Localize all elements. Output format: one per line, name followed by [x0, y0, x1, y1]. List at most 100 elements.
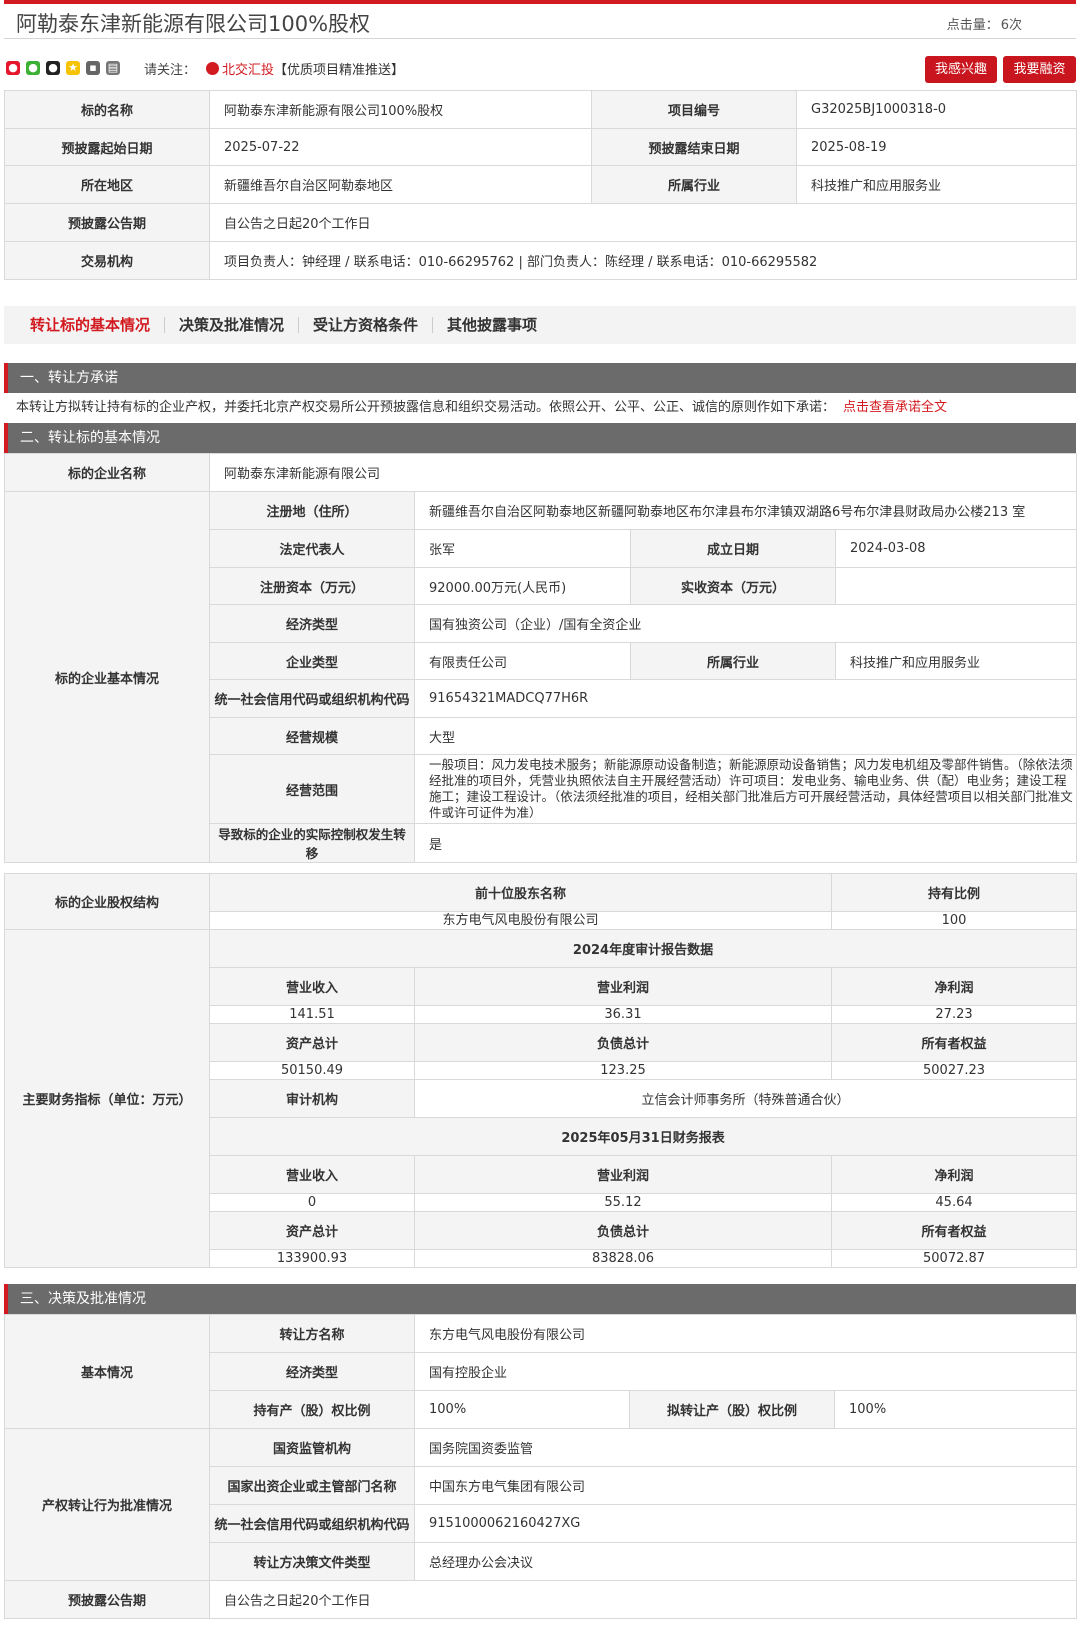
financial-table: 主要财务指标（单位：万元） 2024年度审计报告数据 营业收入 营业利润 净利润…: [4, 929, 1078, 1268]
column-header: 负债总计: [414, 1211, 832, 1250]
label-cell: 标的企业基本情况: [4, 491, 210, 863]
value-cell: 一般项目：风力发电技术服务；新能源原动设备制造；新能源原动设备销售；风力发电机组…: [413, 754, 1078, 824]
label-cell: 项目编号: [591, 90, 797, 129]
label-cell: 统一社会信用代码或组织机构代码: [209, 679, 415, 718]
value-cell: 55.12: [414, 1193, 832, 1212]
value-cell: 50072.87: [830, 1249, 1078, 1268]
label-cell: 国资监管机构: [209, 1428, 415, 1467]
section-header: 三、决策及批准情况: [4, 1284, 1076, 1314]
column-header: 负债总计: [414, 1023, 832, 1062]
qq-icon[interactable]: ●: [46, 61, 60, 75]
value-cell: 张军: [414, 529, 631, 568]
tab-other-disclosure[interactable]: 其他披露事项: [433, 317, 551, 333]
value-cell: 国有独资公司（企业）/国有全资企业: [413, 604, 1078, 643]
value-cell: G32025BJ1000318-0: [796, 90, 1077, 129]
wechat-icon[interactable]: ●: [26, 61, 40, 75]
value-cell: 项目负责人：钟经理 / 联系电话：010-66295762 | 部门负责人：陈经…: [209, 241, 1077, 280]
value-cell: 50150.49: [209, 1061, 415, 1080]
tab-buyer-qualification[interactable]: 受让方资格条件: [299, 317, 434, 333]
bj-link-suffix[interactable]: 【优质项目精准推送】: [274, 59, 404, 78]
value-cell: 新疆维吾尔自治区阿勒泰地区新疆阿勒泰地区布尔津县布尔津镇双湖路6号布尔津县财政局…: [413, 491, 1078, 530]
interest-button[interactable]: 我感兴趣: [925, 56, 997, 83]
value-cell: 2024-03-08: [834, 529, 1078, 568]
label-cell: 国家出资企业或主管部门名称: [209, 1466, 415, 1505]
label-cell: 主要财务指标（单位：万元）: [4, 929, 210, 1268]
decision-table: 基本情况 转让方名称 东方电气风电股份有限公司 经济类型 国有控股企业 持有产（…: [4, 1314, 1077, 1619]
click-count: 点击量： 6次: [945, 14, 1022, 33]
section-title: 三、决策及批准情况: [20, 1291, 146, 1307]
label-cell: 持有产（股）权比例: [209, 1390, 415, 1429]
label-cell: 所在地区: [4, 165, 210, 204]
label-cell: 导致标的企业的实际控制权发生转移: [209, 823, 415, 863]
bj-link[interactable]: 北交汇投: [206, 59, 274, 78]
promise-text: 本转让方拟转让持有标的企业产权，并委托北京产权交易所公开预披露信息和组织交易活动…: [16, 400, 836, 415]
promise-text-row: 本转让方拟转让持有标的企业产权，并委托北京产权交易所公开预披露信息和组织交易活动…: [4, 393, 1076, 423]
weibo-icon[interactable]: ●: [6, 61, 20, 75]
section-accent: [4, 363, 8, 393]
label-cell: 经营规模: [209, 717, 415, 755]
value-cell: 阿勒泰东津新能源有限公司100%股权: [209, 90, 592, 129]
value-cell: 国务院国资委监管: [414, 1428, 1077, 1467]
value-cell: 2025-08-19: [796, 128, 1077, 166]
promise-link[interactable]: 点击查看承诺全文: [843, 400, 947, 415]
label-cell: 经济类型: [209, 604, 415, 643]
label-cell: 转让方决策文件类型: [209, 1542, 415, 1581]
column-header: 所有者权益: [830, 1023, 1078, 1062]
finance-button[interactable]: 我要融资: [1003, 56, 1076, 83]
share-bar: ● ● ● ★ ▪ ▤ 请关注： 北交汇投 【优质项目精准推送】: [6, 56, 404, 80]
tab-bar: 转让标的基本情况 决策及批准情况 受让方资格条件 其他披露事项: [4, 306, 1076, 344]
bj-link-text[interactable]: 北交汇投: [222, 59, 274, 78]
value-cell: 国有控股企业: [414, 1352, 1077, 1391]
label-cell: 预披露结束日期: [591, 128, 797, 166]
value-cell: 50027.23: [830, 1061, 1078, 1080]
tab-basic-info[interactable]: 转让标的基本情况: [4, 317, 166, 333]
copy-icon[interactable]: ▪: [86, 61, 100, 75]
label-cell: 转让方名称: [209, 1314, 415, 1353]
column-header: 资产总计: [209, 1211, 415, 1250]
value-cell: 自公告之日起20个工作日: [209, 1580, 1077, 1619]
title-divider: [4, 38, 1076, 39]
value-cell: 133900.93: [209, 1249, 415, 1268]
label-cell: 基本情况: [4, 1314, 210, 1429]
click-count-label: 点击量：: [946, 18, 999, 33]
value-cell: 9151000062160427XG: [414, 1504, 1077, 1543]
value-cell: 总经理办公会决议: [414, 1542, 1077, 1581]
print-icon[interactable]: ▤: [106, 61, 120, 75]
value-cell: 92000.00万元(人民币): [414, 567, 631, 605]
subtable-title: 2025年05月31日财务报表: [208, 1117, 1078, 1156]
label-cell: 注册地（住所）: [209, 491, 415, 530]
value-cell: 新疆维吾尔自治区阿勒泰地区: [209, 165, 592, 204]
equity-table: 标的企业股权结构 前十位股东名称 持有比例 东方电气风电股份有限公司 100: [4, 873, 1077, 930]
value-cell: 83828.06: [414, 1249, 832, 1268]
label-cell: 标的企业股权结构: [4, 873, 210, 930]
section-header: 一、转让方承诺: [4, 363, 1076, 393]
qzone-icon[interactable]: ★: [66, 61, 80, 75]
column-header: 营业收入: [209, 1155, 415, 1194]
label-cell: 注册资本（万元）: [209, 567, 415, 605]
label-cell: 拟转让产（股）权比例: [629, 1390, 835, 1429]
value-cell: 123.25: [414, 1061, 832, 1080]
tab-decision-approval[interactable]: 决策及批准情况: [165, 317, 300, 333]
label-cell: 预披露公告期: [4, 1580, 210, 1619]
value-cell: 100%: [834, 1390, 1077, 1429]
label-cell: 所属行业: [630, 642, 836, 680]
value-cell: 141.51: [209, 1005, 415, 1024]
label-cell: 预披露起始日期: [4, 128, 210, 166]
label-cell: 审计机构: [209, 1079, 415, 1118]
label-cell: 产权转让行为批准情况: [4, 1428, 210, 1581]
value-cell: 有限责任公司: [414, 642, 631, 680]
label-cell: 企业类型: [209, 642, 415, 680]
click-count-value: 6次: [1000, 18, 1022, 33]
value-cell: 45.64: [830, 1193, 1078, 1212]
section-accent: [4, 423, 8, 453]
value-cell: 91654321MADCQ77H6R: [413, 679, 1078, 718]
label-cell: 标的企业名称: [4, 453, 210, 492]
value-cell: 100%: [414, 1390, 630, 1429]
column-header: 所有者权益: [830, 1211, 1078, 1250]
value-cell: 立信会计师事务所（特殊普通合伙）: [413, 1079, 1078, 1118]
column-header: 营业利润: [414, 967, 832, 1006]
label-cell: 交易机构: [4, 241, 210, 280]
value-cell: 27.23: [830, 1005, 1078, 1024]
label-cell: 经营范围: [209, 754, 415, 824]
column-header: 营业收入: [209, 967, 415, 1006]
